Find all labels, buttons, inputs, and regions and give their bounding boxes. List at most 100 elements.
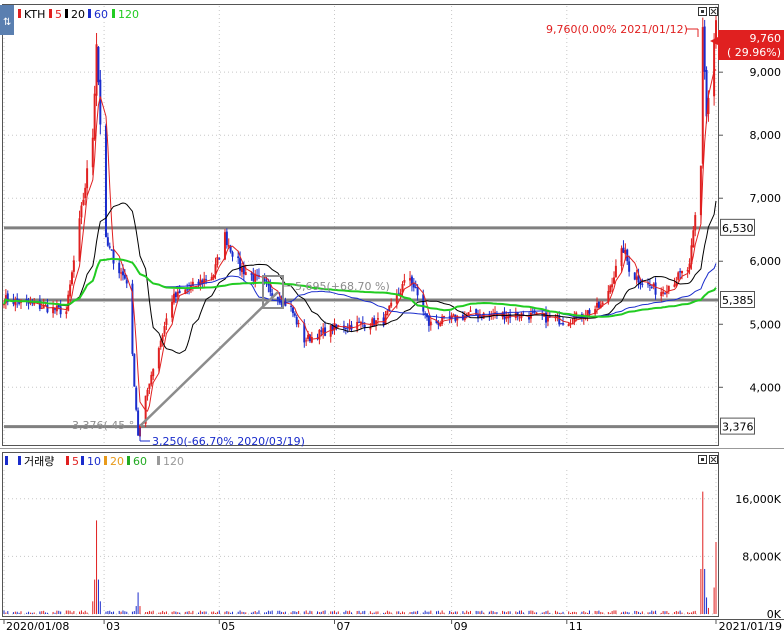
minimize-glyph <box>701 10 704 13</box>
price-tick-label: 8,000 <box>750 129 782 142</box>
candle-body <box>121 271 124 276</box>
candle-body <box>305 340 308 342</box>
legend-item-vma5: 5 <box>72 455 79 468</box>
level-tag-label: 5,385 <box>722 294 754 307</box>
high-annotation: 9,760(0.00% 2021/01/12) <box>546 23 688 36</box>
candle-body <box>59 306 62 315</box>
candle-body <box>660 292 663 297</box>
candle-body <box>290 305 293 307</box>
candle-body <box>112 249 115 264</box>
candle-body <box>611 284 614 288</box>
candle-body <box>701 27 704 164</box>
price-tick-label: 6,000 <box>750 255 782 268</box>
candle-body <box>225 231 228 246</box>
chart-mode-glyph: ⇅ <box>3 17 11 28</box>
candle-body <box>70 272 73 285</box>
legend-item-instrument: KTH <box>24 8 45 21</box>
candle-body <box>694 215 697 231</box>
candle-body <box>679 271 682 273</box>
candle-body <box>250 273 253 275</box>
candle-body <box>424 313 427 315</box>
trendline-label: 5,695(+68.70 %) <box>295 280 390 293</box>
price-tick-label: 4,000 <box>750 381 782 394</box>
price-tick-label: 9,000 <box>750 66 782 79</box>
candle-body <box>307 334 310 339</box>
candle-body <box>291 307 294 314</box>
candle-body <box>176 291 179 297</box>
candle-body <box>159 340 162 348</box>
legend-item-ma5: 5 <box>55 8 62 21</box>
candle-body <box>99 79 102 125</box>
legend-marker <box>49 9 52 18</box>
candle-body <box>244 272 247 275</box>
candle-body <box>82 199 85 205</box>
legend-marker <box>18 9 21 18</box>
candle-body <box>65 311 68 314</box>
candle-body <box>148 383 151 390</box>
candle-body <box>123 274 126 279</box>
candle-body <box>125 280 128 284</box>
candle-body <box>673 284 676 287</box>
candle-body <box>628 261 631 272</box>
candle-body <box>293 313 296 316</box>
price-tick-label: 5,000 <box>750 318 782 331</box>
candle-body <box>240 267 243 273</box>
candle-body <box>324 327 327 336</box>
candle-body <box>165 318 168 325</box>
candle-body <box>171 301 174 318</box>
candle-body <box>318 329 321 340</box>
candle-body <box>172 293 175 303</box>
candle-body <box>403 280 406 283</box>
candle-body <box>681 270 684 274</box>
candle-body <box>91 137 94 168</box>
candle-body <box>588 309 591 314</box>
chart-canvas[interactable]: 6,530 5,385 3,376 5,695(+68.70 %) 3,376( 4… <box>0 0 784 633</box>
candle-body <box>560 323 563 325</box>
legend-item-volume: 거래량 <box>24 455 54 468</box>
candle-body <box>53 308 56 310</box>
candle-body <box>703 26 706 72</box>
candle-body <box>620 248 623 267</box>
date-tick-label: 03 <box>106 620 120 630</box>
candle-body <box>227 245 230 247</box>
candle-body <box>135 387 138 410</box>
candle-body <box>427 315 430 326</box>
date-x-axis: 2020/01/08 03 05 07 09 11 2021/01/19 <box>3 619 782 633</box>
candle-body <box>205 279 208 281</box>
candle-body <box>633 272 636 280</box>
legend-marker <box>112 9 115 18</box>
candle-body <box>422 294 425 312</box>
legend-marker <box>5 456 8 465</box>
candle-body <box>558 315 561 325</box>
candle-body <box>84 187 87 199</box>
date-tick-label: 2020/01/08 <box>6 620 69 630</box>
candle-body <box>650 286 653 288</box>
candle-body <box>118 262 121 274</box>
candle-body <box>358 321 361 323</box>
candle-body <box>133 353 136 387</box>
candle-body <box>662 291 665 294</box>
candle-body <box>614 265 617 277</box>
volume-panel-frame <box>2 452 719 617</box>
candle-body <box>386 310 389 316</box>
candle-body <box>110 249 113 251</box>
candle-body <box>152 369 155 377</box>
legend-item-vma10: 10 <box>87 455 101 468</box>
candle-body <box>567 324 570 327</box>
volume-y-axis: 16,000K8,000K0K <box>735 493 781 621</box>
candle-body <box>97 46 100 83</box>
candle-body <box>72 260 75 272</box>
candle-body <box>452 314 455 316</box>
legend-item-ma20: 20 <box>71 8 85 21</box>
candle-body <box>276 296 279 300</box>
date-tick-label: 09 <box>454 620 468 630</box>
candle-body <box>505 316 508 319</box>
legend-item-vma20: 20 <box>110 455 124 468</box>
candle-body <box>390 302 393 307</box>
candle-body <box>562 323 565 325</box>
candle-body <box>624 250 627 255</box>
candle-body <box>46 304 49 313</box>
candle-body <box>146 389 149 397</box>
candle-body <box>320 330 323 332</box>
candle-body <box>429 321 432 326</box>
